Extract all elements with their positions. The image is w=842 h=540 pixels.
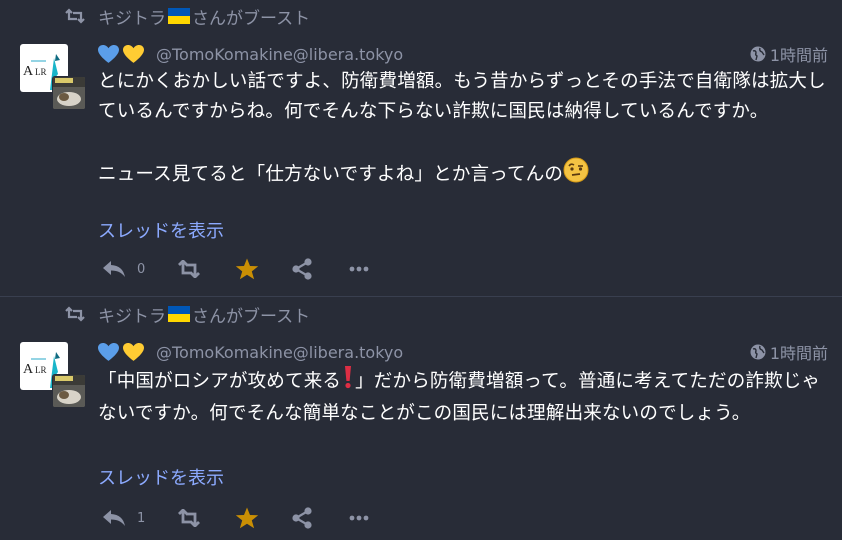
display-name[interactable]: @TomoKomakine@libera.tokyo: [98, 42, 403, 66]
globe-icon: [750, 46, 766, 62]
boost-notice: キジトラ さんがブースト: [64, 4, 311, 29]
reply-count: 0: [137, 261, 146, 277]
timestamp[interactable]: 1時間前: [750, 42, 828, 66]
boost-icon: [178, 260, 200, 278]
booster-name[interactable]: キジトラ: [98, 302, 166, 327]
star-icon: [235, 507, 259, 529]
status-content: とにかくおかしい話ですよ、防衛費増額。もう昔からずっとその手法で自衛隊は拡大して…: [98, 67, 833, 193]
favourite-button[interactable]: [235, 258, 291, 280]
more-options-button[interactable]: [349, 266, 379, 272]
booster-avatar[interactable]: [52, 76, 86, 110]
ukraine-flag-icon: [168, 8, 190, 24]
boost-notice: キジトラ さんがブースト: [64, 302, 311, 327]
time-label: 1時間前: [769, 344, 828, 363]
globe-icon: [750, 344, 766, 360]
booster-name[interactable]: キジトラ: [98, 4, 166, 29]
boost-button[interactable]: [177, 260, 235, 278]
yellow-heart-icon: [123, 342, 144, 361]
exclamation-mark-icon: [341, 365, 355, 399]
content-paragraph: とにかくおかしい話ですよ、防衛費増額。もう昔からずっとその手法で自衛隊は拡大して…: [98, 71, 826, 122]
timestamp[interactable]: 1時間前: [750, 340, 828, 364]
blue-heart-icon: [98, 342, 119, 361]
reply-button[interactable]: 0: [102, 259, 177, 279]
svg-text:A: A: [23, 64, 34, 79]
status-card[interactable]: キジトラ さんがブースト A LR @TomoKomakine@libera.t…: [0, 298, 842, 540]
more-options-button[interactable]: [349, 515, 379, 521]
boost-icon: [65, 306, 85, 322]
boost-suffix: さんがブースト: [192, 306, 311, 327]
yellow-heart-icon: [123, 44, 144, 63]
reply-button[interactable]: 1: [102, 508, 177, 528]
reply-icon: [103, 510, 125, 526]
ukraine-flag-icon: [168, 306, 190, 322]
svg-text:LR: LR: [35, 67, 47, 77]
ellipsis-icon: [349, 515, 369, 521]
share-icon: [292, 507, 312, 529]
content-paragraph: ニュース見てると「仕方ないですよね」とか言ってんの: [98, 157, 833, 193]
boost-suffix: さんがブースト: [192, 8, 311, 29]
status-content: 「中国がロシアが攻めて来る 」だから防衛費増額って。普通に考えてただの詐欺じゃない…: [98, 365, 833, 429]
star-icon: [235, 258, 259, 280]
content-paragraph: 「中国がロシアが攻めて来る 」だから防衛費増額って。普通に考えてただの詐欺じゃない…: [98, 365, 833, 429]
blue-heart-icon: [98, 44, 119, 63]
display-name[interactable]: @TomoKomakine@libera.tokyo: [98, 340, 403, 364]
action-bar: 0: [102, 254, 379, 284]
show-thread-link[interactable]: スレッドを表示: [98, 464, 224, 490]
account-handle[interactable]: @TomoKomakine@libera.tokyo: [156, 343, 403, 362]
boost-icon: [65, 8, 85, 24]
favourite-button[interactable]: [235, 507, 291, 529]
svg-text:A: A: [23, 362, 34, 377]
reply-count: 1: [137, 510, 146, 526]
svg-text:LR: LR: [35, 365, 47, 375]
action-bar: 1: [102, 503, 379, 533]
time-label: 1時間前: [769, 46, 828, 65]
booster-avatar[interactable]: [52, 374, 86, 408]
boost-icon: [178, 509, 200, 527]
account-handle[interactable]: @TomoKomakine@libera.tokyo: [156, 45, 403, 64]
status-divider: [0, 296, 842, 297]
show-thread-link[interactable]: スレッドを表示: [98, 217, 224, 243]
share-button[interactable]: [291, 258, 349, 280]
ellipsis-icon: [349, 266, 369, 272]
face-with-raised-eyebrow-icon: [563, 157, 589, 193]
status-card[interactable]: キジトラ さんがブースト A LR @TomoKomakine@libera.t…: [0, 0, 842, 296]
boost-button[interactable]: [177, 509, 235, 527]
reply-icon: [103, 261, 125, 277]
share-icon: [292, 258, 312, 280]
share-button[interactable]: [291, 507, 349, 529]
